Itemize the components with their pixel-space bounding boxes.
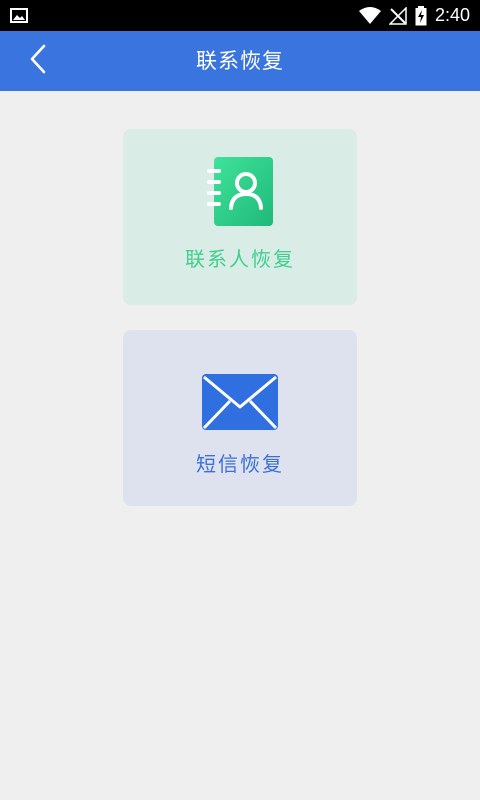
page-title: 联系恢复 (196, 49, 284, 73)
status-bar: 2:40 (0, 0, 480, 31)
envelope-icon (201, 373, 279, 435)
wifi-icon (358, 6, 381, 25)
contacts-restore-card[interactable]: 联系人恢复 (123, 129, 357, 305)
contact-book-icon (206, 156, 274, 232)
sms-restore-card[interactable]: 短信恢复 (123, 330, 357, 506)
app-bar: 联系恢复 (0, 31, 480, 91)
sms-restore-label: 短信恢复 (196, 452, 284, 476)
chevron-left-icon (28, 43, 48, 79)
battery-charging-icon (415, 5, 427, 26)
back-button[interactable] (20, 43, 56, 79)
status-clock: 2:40 (434, 5, 470, 25)
no-signal-icon (388, 6, 407, 25)
gallery-icon (10, 8, 28, 27)
contacts-restore-label: 联系人恢复 (185, 247, 295, 271)
